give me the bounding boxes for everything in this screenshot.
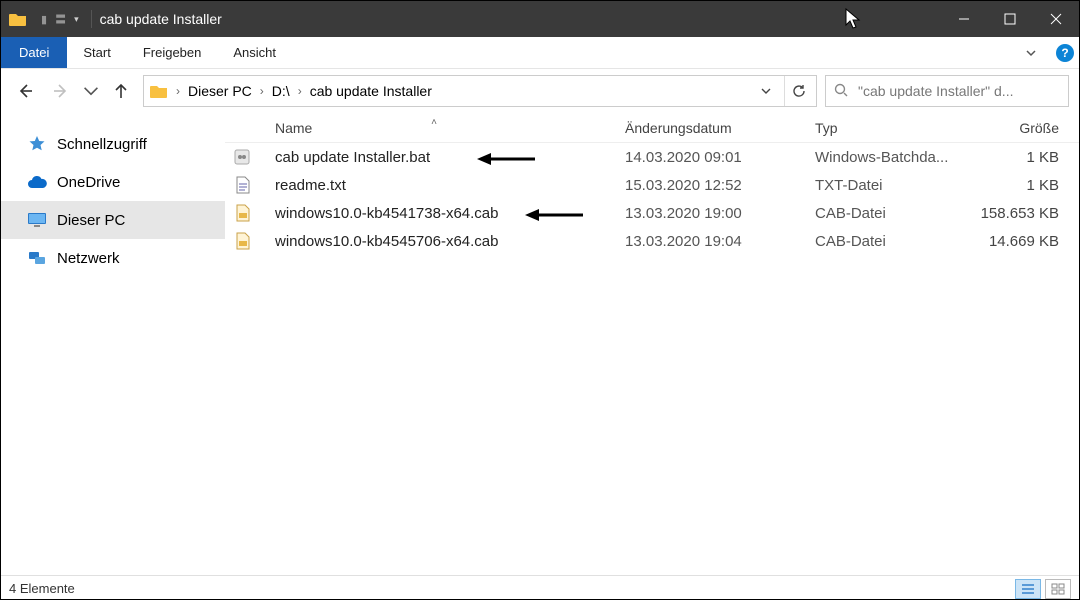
tab-view[interactable]: Ansicht	[217, 37, 292, 68]
qat-item[interactable]: 〓	[55, 11, 66, 27]
file-date: 13.03.2020 19:04	[609, 233, 799, 250]
address-dropdown-icon[interactable]	[752, 76, 780, 106]
file-icon	[225, 148, 259, 166]
up-button[interactable]	[107, 77, 135, 105]
breadcrumb-item[interactable]: cab update Installer	[308, 83, 434, 99]
monitor-icon	[27, 210, 47, 230]
sidebar-item-network[interactable]: Netzwerk	[1, 239, 225, 277]
file-date: 15.03.2020 12:52	[609, 177, 799, 194]
sidebar-item-label: Netzwerk	[57, 250, 120, 267]
view-details-button[interactable]	[1015, 579, 1041, 599]
file-row[interactable]: windows10.0-kb4541738-x64.cab13.03.2020 …	[225, 199, 1079, 227]
qat-item[interactable]: ▮	[41, 13, 47, 26]
sidebar-item-label: OneDrive	[57, 174, 120, 191]
address-bar[interactable]: › Dieser PC › D:\ › cab update Installer	[143, 75, 817, 107]
file-name: cab update Installer.bat	[259, 149, 609, 166]
recent-locations-icon[interactable]	[83, 77, 99, 105]
file-icon	[225, 232, 259, 250]
chevron-right-icon[interactable]: ›	[258, 84, 266, 98]
annotation-arrow	[525, 205, 585, 225]
file-type: Windows-Batchda...	[799, 149, 959, 166]
column-header-size[interactable]: Größe	[959, 120, 1079, 136]
window-title: cab update Installer	[98, 11, 222, 27]
sidebar-item-label: Dieser PC	[57, 212, 125, 229]
maximize-button[interactable]	[987, 1, 1033, 37]
file-size: 1 KB	[959, 149, 1079, 166]
file-row[interactable]: cab update Installer.bat14.03.2020 09:01…	[225, 143, 1079, 171]
file-date: 13.03.2020 19:00	[609, 205, 799, 222]
back-button[interactable]	[11, 77, 39, 105]
star-icon	[27, 134, 47, 154]
file-type: TXT-Datei	[799, 177, 959, 194]
chevron-right-icon[interactable]: ›	[296, 84, 304, 98]
divider	[91, 10, 92, 28]
tab-share[interactable]: Freigeben	[127, 37, 218, 68]
column-header-type[interactable]: Typ	[799, 120, 959, 136]
file-size: 158.653 KB	[959, 205, 1079, 222]
ribbon: Datei Start Freigeben Ansicht ?	[1, 37, 1079, 69]
file-name: windows10.0-kb4545706-x64.cab	[259, 233, 609, 250]
file-name: readme.txt	[259, 177, 609, 194]
file-size: 14.669 KB	[959, 233, 1079, 250]
status-bar: 4 Elemente	[1, 575, 1079, 601]
sidebar-item-thispc[interactable]: Dieser PC	[1, 201, 225, 239]
file-list-pane: ˄Name Änderungsdatum Typ Größe cab updat…	[225, 113, 1079, 575]
navigation-pane: Schnellzugriff OneDrive Dieser PC Netzwe…	[1, 113, 225, 575]
column-header-row: ˄Name Änderungsdatum Typ Größe	[225, 113, 1079, 143]
forward-button[interactable]	[47, 77, 75, 105]
annotation-arrow	[477, 149, 537, 169]
network-icon	[27, 248, 47, 268]
file-date: 14.03.2020 09:01	[609, 149, 799, 166]
search-placeholder: "cab update Installer" d...	[858, 83, 1013, 99]
title-bar: ▮ 〓 ▾ cab update Installer	[1, 1, 1079, 37]
minimize-button[interactable]	[941, 1, 987, 37]
folder-icon	[148, 84, 170, 99]
qat-dropdown-icon[interactable]: ▾	[74, 14, 79, 25]
file-type: CAB-Datei	[799, 233, 959, 250]
file-row[interactable]: windows10.0-kb4545706-x64.cab13.03.2020 …	[225, 227, 1079, 255]
cloud-icon	[27, 172, 47, 192]
ribbon-collapse-icon[interactable]	[1011, 37, 1051, 68]
file-row[interactable]: readme.txt15.03.2020 12:52TXT-Datei1 KB	[225, 171, 1079, 199]
quick-access-toolbar: ▮ 〓 ▾	[35, 11, 85, 27]
status-item-count: 4 Elemente	[9, 581, 75, 596]
help-button[interactable]: ?	[1051, 37, 1079, 68]
refresh-button[interactable]	[784, 76, 812, 106]
chevron-right-icon[interactable]: ›	[174, 84, 182, 98]
file-icon	[225, 204, 259, 222]
file-type: CAB-Datei	[799, 205, 959, 222]
breadcrumb-item[interactable]: D:\	[270, 83, 292, 99]
tab-start[interactable]: Start	[67, 37, 126, 68]
column-header-name[interactable]: ˄Name	[259, 120, 609, 136]
sort-asc-icon: ˄	[431, 117, 437, 128]
file-size: 1 KB	[959, 177, 1079, 194]
view-large-icons-button[interactable]	[1045, 579, 1071, 599]
tab-file[interactable]: Datei	[1, 37, 67, 68]
sidebar-item-quickaccess[interactable]: Schnellzugriff	[1, 125, 225, 163]
search-box[interactable]: "cab update Installer" d...	[825, 75, 1069, 107]
app-icon	[1, 11, 35, 27]
close-button[interactable]	[1033, 1, 1079, 37]
column-header-date[interactable]: Änderungsdatum	[609, 120, 799, 136]
sidebar-item-label: Schnellzugriff	[57, 136, 147, 153]
sidebar-item-onedrive[interactable]: OneDrive	[1, 163, 225, 201]
search-icon	[834, 83, 850, 100]
file-icon	[225, 176, 259, 194]
navigation-row: › Dieser PC › D:\ › cab update Installer…	[1, 69, 1079, 113]
breadcrumb-item[interactable]: Dieser PC	[186, 83, 254, 99]
cursor-icon	[845, 8, 861, 30]
